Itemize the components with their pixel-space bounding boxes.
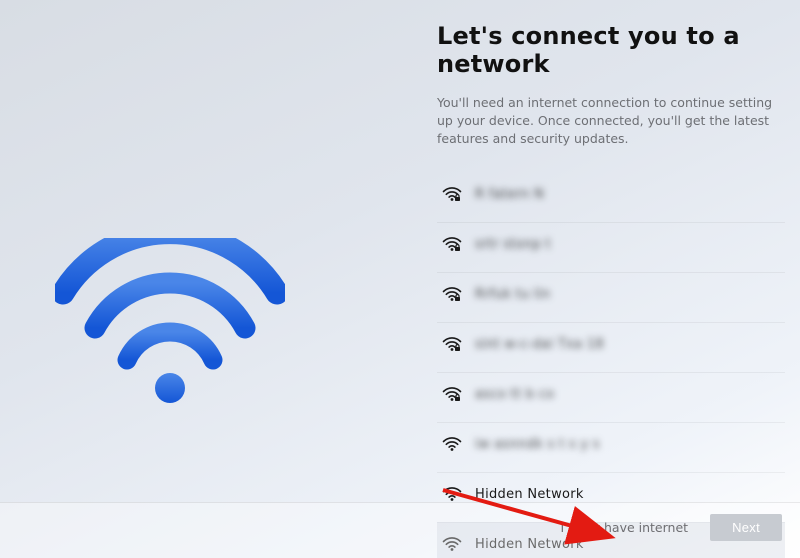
- wifi-secured-icon: [441, 386, 463, 402]
- network-ssid: R fatern N: [475, 187, 544, 202]
- wifi-icon: [441, 486, 463, 502]
- network-item[interactable]: srtr stonp t: [437, 222, 785, 265]
- wifi-icon: [441, 436, 463, 452]
- wifi-secured-icon: [441, 336, 463, 352]
- page-description: You'll need an internet connection to co…: [437, 94, 785, 148]
- wifi-illustration: [55, 238, 285, 408]
- wifi-secured-icon: [441, 186, 463, 202]
- network-ssid: sint w-c-dai Txa 18: [475, 337, 604, 352]
- network-item[interactable]: iw asnndk s t s y s: [437, 422, 785, 465]
- no-internet-link[interactable]: I don't have internet: [561, 520, 689, 535]
- next-button[interactable]: Next: [710, 514, 782, 541]
- network-ssid: iw asnndk s t s y s: [475, 437, 600, 452]
- network-ssid: Hidden Network: [475, 487, 584, 502]
- network-item[interactable]: Rrfuk tu lin: [437, 272, 785, 315]
- network-ssid: Rrfuk tu lin: [475, 287, 550, 302]
- footer-bar: I don't have internet Next: [0, 502, 800, 558]
- wifi-secured-icon: [441, 286, 463, 302]
- network-ssid: srtr stonp t: [475, 237, 551, 252]
- network-list: R fatern N srtr stonp t Rrfuk: [437, 172, 785, 558]
- network-item[interactable]: R fatern N: [437, 172, 785, 215]
- page-title: Let's connect you to a network: [437, 22, 785, 78]
- network-item[interactable]: asco tt b co: [437, 372, 785, 415]
- network-ssid: asco tt b co: [475, 387, 554, 402]
- wifi-secured-icon: [441, 236, 463, 252]
- network-item[interactable]: sint w-c-dai Txa 18: [437, 322, 785, 365]
